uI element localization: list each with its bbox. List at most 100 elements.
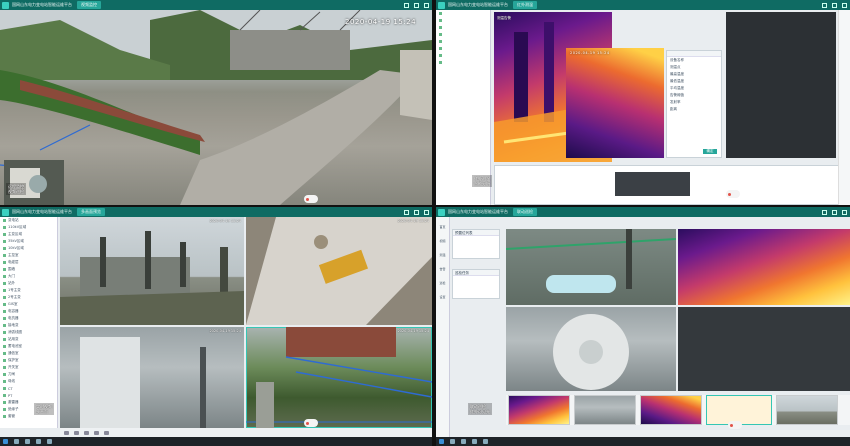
tree-node-label: 2号主变 [8,295,21,299]
tree-node[interactable]: 2号主变 [0,294,57,301]
tree-node[interactable]: 接地变 [0,322,57,329]
search-icon[interactable] [14,439,19,444]
tree-node[interactable]: 站外 [0,280,57,287]
mini-chart [615,172,690,196]
start-icon[interactable] [3,439,8,444]
tree-node[interactable]: 站用变 [0,336,57,343]
app-logo-icon [438,208,445,216]
tree-node[interactable]: GIS室 [0,301,57,308]
tab-thermal[interactable]: 红外测温 [513,1,537,9]
thumbnail[interactable] [776,395,838,425]
tree-node[interactable] [436,10,490,17]
thumbnail[interactable] [640,395,702,425]
tab-video[interactable]: 视频监控 [77,1,101,9]
tree-node[interactable]: 消弧线圈 [0,329,57,336]
linkage-closeup-feed[interactable] [506,307,676,391]
tree-node[interactable]: 主变区域 [0,231,57,238]
close-icon[interactable] [424,209,429,215]
tree-node[interactable] [436,59,490,66]
tree-node[interactable]: 母线 [0,378,57,385]
tree-node[interactable] [436,31,490,38]
tree-node[interactable]: 110kV区域 [0,224,57,231]
tree-node[interactable]: 刀闸 [0,371,57,378]
video-pane-4[interactable]: 2020-04-19 15:24 [246,327,432,428]
thermal-feed-secondary[interactable]: 2020-04-19 15:24 [566,48,664,158]
fullscreen-icon[interactable] [104,430,109,435]
linkage-visible-feed[interactable] [506,229,676,305]
tab-linkage[interactable]: 联动巡检 [513,208,537,216]
stop-icon[interactable] [74,430,79,435]
watermark: 红外测温 智能分析 [472,175,492,187]
tree-node[interactable]: 电抗器 [0,315,57,322]
tree-node[interactable] [436,38,490,45]
video-pane-1[interactable]: 2020-04-19 15:24 [60,217,244,325]
tree-node[interactable]: 开关室 [0,364,57,371]
tree-node[interactable]: PT [0,392,57,399]
minimize-icon[interactable] [404,209,409,215]
tree-node[interactable] [436,52,490,59]
record-button[interactable] [304,419,318,427]
tree-node[interactable]: 35kV区域 [0,238,57,245]
close-icon[interactable] [424,2,429,8]
side-nav-item[interactable]: 测温 [436,245,449,259]
watermark-line: 智能分析 [474,181,490,186]
record-button[interactable] [728,421,742,429]
tree-node[interactable]: 电容器 [0,308,57,315]
minimize-icon[interactable] [822,2,827,8]
tree-node[interactable]: 通信室 [0,350,57,357]
tree-node[interactable]: 蓄电池室 [0,343,57,350]
tree-node[interactable]: 保护室 [0,357,57,364]
side-nav-item[interactable]: 设置 [436,287,449,301]
tree-node[interactable]: 1号主变 [0,287,57,294]
folder-icon[interactable] [36,439,41,444]
tree-node[interactable]: 围墙 [0,266,57,273]
tree-node[interactable] [436,24,490,31]
tab-multiview[interactable]: 多画面预览 [77,208,105,216]
layout-icon[interactable] [94,430,99,435]
feed-timestamp: 2020-04-19 15:24 [345,18,417,26]
window-controls [404,209,432,215]
browser-icon[interactable] [25,439,30,444]
tree-node-label: GIS室 [8,302,18,306]
side-nav-item[interactable]: 告警 [436,259,449,273]
empty-feed-slot[interactable] [726,12,836,158]
close-icon[interactable] [842,2,847,8]
close-icon[interactable] [842,209,847,215]
tree-node[interactable] [436,17,490,24]
linkage-empty-feed[interactable] [678,307,850,391]
browser-icon[interactable] [461,439,466,444]
tree-node[interactable]: 电缆层 [0,259,57,266]
minimize-icon[interactable] [822,209,827,215]
video-pane-3[interactable]: 2020-04-19 15:24 [60,327,244,428]
tree-node[interactable]: 10kV区域 [0,245,57,252]
tree-node[interactable]: 主控室 [0,252,57,259]
side-nav-item[interactable]: 首页 [436,217,449,231]
folder-icon[interactable] [472,439,477,444]
thumbnail[interactable] [508,395,570,425]
start-icon[interactable] [439,439,444,444]
app-icon[interactable] [483,439,488,444]
record-button[interactable] [304,195,318,203]
tree-node[interactable]: CT [0,385,57,392]
minimize-icon[interactable] [404,2,409,8]
linkage-thermal-feed[interactable] [678,229,850,305]
maximize-icon[interactable] [832,209,837,215]
maximize-icon[interactable] [414,2,419,8]
tree-node[interactable]: 变电站 [0,217,57,224]
tree-node[interactable] [436,45,490,52]
window-title: 国网山东电力变电站智能运维平台 [12,2,72,7]
panorama-feed[interactable]: 2020-04-19 15:24 远程监控 视频巡检 [0,10,432,205]
app-icon[interactable] [47,439,52,444]
snapshot-icon[interactable] [84,430,89,435]
side-nav-item[interactable]: 视频 [436,231,449,245]
play-icon[interactable] [64,430,69,435]
tree-node[interactable]: 大门 [0,273,57,280]
thumbnail[interactable] [574,395,636,425]
maximize-icon[interactable] [832,2,837,8]
search-icon[interactable] [450,439,455,444]
side-nav-item[interactable]: 巡检 [436,273,449,287]
video-pane-2[interactable]: 2020-04-19 15:24 [246,217,432,325]
dialog-ok-button[interactable]: 确定 [703,149,717,154]
record-button[interactable] [726,190,740,198]
maximize-icon[interactable] [414,209,419,215]
